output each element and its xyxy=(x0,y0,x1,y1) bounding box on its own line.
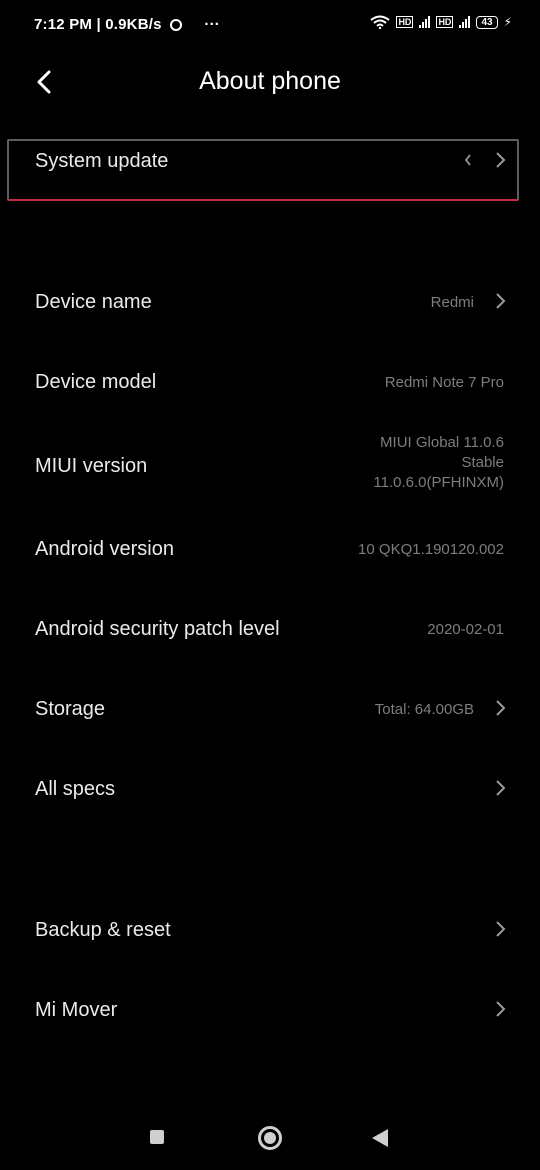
chevron-right-icon xyxy=(496,1001,506,1017)
list-item-label: Device model xyxy=(35,371,157,393)
chevron-right-icon xyxy=(496,152,506,168)
list-item-storage[interactable]: Storage Total: 64.00GB xyxy=(0,687,540,731)
more-notifications-icon: ··· xyxy=(204,16,220,33)
list-item-label: MIUI version xyxy=(35,455,148,477)
list-item-label: Backup & reset xyxy=(35,919,171,941)
status-left: 7:12 PM | 0.9KB/s ··· xyxy=(34,16,220,33)
list-item-value: Redmi xyxy=(430,294,474,311)
list-item-device-name[interactable]: Device name Redmi xyxy=(0,280,540,324)
list-item-label: Device name xyxy=(35,291,152,313)
alarm-icon xyxy=(170,19,183,31)
page-title: About phone xyxy=(199,67,341,95)
list-item-value: Total: 64.00GB xyxy=(374,701,474,718)
miui-version-line-3: 11.0.6.0(PFHINXM) xyxy=(373,474,504,491)
wifi-icon xyxy=(370,15,391,29)
signal-icon-1 xyxy=(419,16,431,28)
recent-apps-icon[interactable] xyxy=(150,1130,164,1144)
list-item-label: System update xyxy=(35,150,169,172)
list-item-label: Storage xyxy=(35,698,106,720)
app-header: About phone xyxy=(0,55,540,109)
list-item-backup-reset[interactable]: Backup & reset xyxy=(0,908,540,952)
nav-back-icon[interactable] xyxy=(372,1129,388,1147)
signal-icon-2 xyxy=(459,16,471,28)
charging-icon: ⚡ xyxy=(503,15,512,29)
list-item-label: All specs xyxy=(35,778,116,800)
list-item-label: Android security patch level xyxy=(35,618,280,640)
list-item-label: Mi Mover xyxy=(35,999,118,1021)
chevron-right-icon xyxy=(496,700,506,716)
status-time-speed: 7:12 PM | 0.9KB/s xyxy=(34,16,162,33)
miui-version-line-1: MIUI Global 11.0.6 xyxy=(380,434,504,451)
list-item-mi-mover[interactable]: Mi Mover xyxy=(0,988,540,1032)
list-item-security-patch[interactable]: Android security patch level 2020-02-01 xyxy=(0,607,540,651)
status-bar: 7:12 PM | 0.9KB/s ··· HD HD 43 ⚡ xyxy=(0,0,540,48)
status-right: HD HD 43 ⚡ xyxy=(370,15,512,29)
hd-tag-2: HD xyxy=(436,16,454,28)
hd-tag-1: HD xyxy=(396,16,414,28)
list-item-label: Android version xyxy=(35,538,174,560)
list-item-value: Redmi Note 7 Pro xyxy=(384,374,504,391)
battery-icon: 43 xyxy=(476,15,498,29)
miui-version-line-2: Stable xyxy=(461,454,504,471)
list-item-android-version[interactable]: Android version 10 QKQ1.190120.002 xyxy=(0,527,540,571)
list-item-device-model[interactable]: Device model Redmi Note 7 Pro xyxy=(0,360,540,404)
chevron-right-icon xyxy=(496,293,506,309)
chevron-right-icon xyxy=(496,921,506,937)
list-item-value: MIUI Global 11.0.6 Stable 11.0.6.0(PFHIN… xyxy=(373,433,504,493)
list-item-all-specs[interactable]: All specs xyxy=(0,767,540,811)
chevron-right-icon xyxy=(496,780,506,796)
navigation-bar xyxy=(0,1110,540,1170)
list-item-value: 2020-02-01 xyxy=(427,621,504,638)
home-icon[interactable] xyxy=(258,1126,282,1150)
list-item-system-update[interactable]: System update xyxy=(0,140,540,200)
list-item-miui-version[interactable]: MIUI version MIUI Global 11.0.6 Stable 1… xyxy=(0,430,540,502)
list-item-value: 10 QKQ1.190120.002 xyxy=(358,541,504,558)
chevron-left-icon xyxy=(464,154,471,166)
